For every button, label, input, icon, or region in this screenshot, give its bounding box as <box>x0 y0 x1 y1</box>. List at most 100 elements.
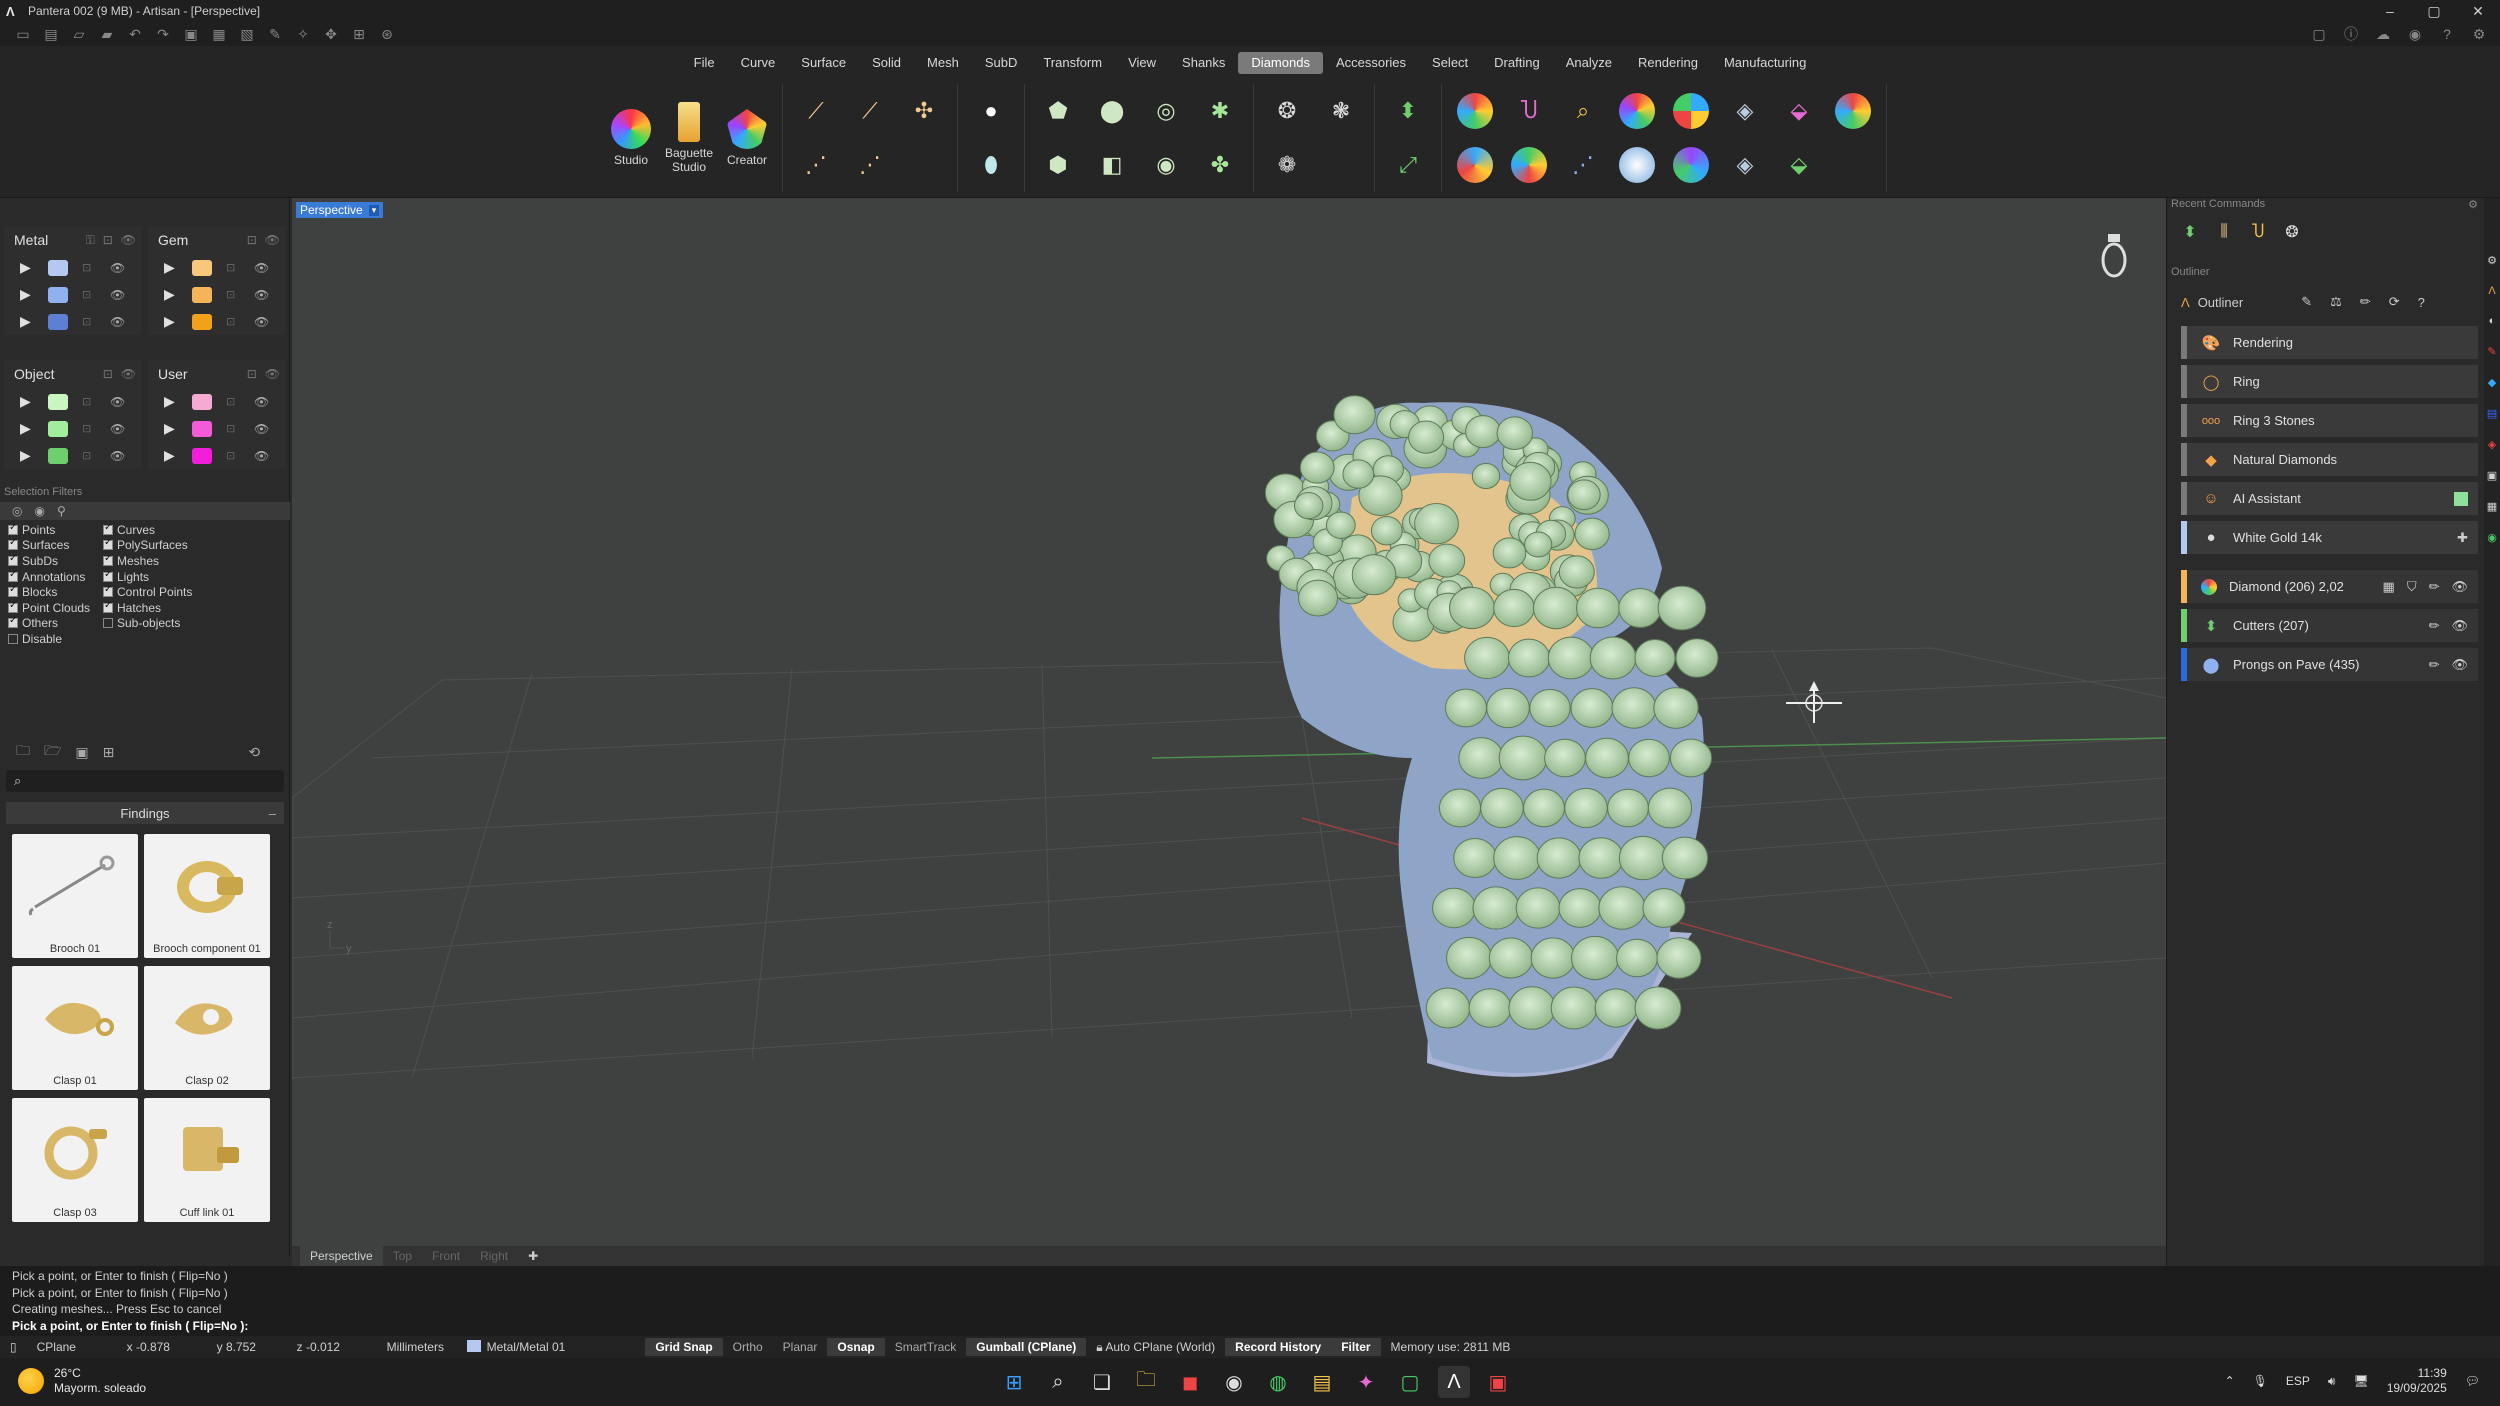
setting-command-icon[interactable]: Ⴎ <box>2245 219 2271 245</box>
account-icon[interactable]: ◉ <box>2404 24 2426 44</box>
app-green-icon[interactable]: ▢ <box>1394 1366 1426 1398</box>
language-indicator[interactable]: ESP <box>2286 1374 2310 1388</box>
metal-layer-row[interactable]: ▶ ⊡ 👁 <box>4 254 142 281</box>
eye-icon[interactable]: 👁 <box>265 367 280 381</box>
close-button[interactable]: ✕ <box>2456 0 2500 22</box>
minimize-button[interactable]: – <box>2368 0 2412 22</box>
search-icon[interactable]: ⌕ <box>1042 1366 1074 1398</box>
add-folder-icon[interactable]: 🗁 <box>44 740 61 764</box>
gem-color-button[interactable] <box>1826 84 1880 138</box>
checkbox[interactable] <box>103 537 113 551</box>
panel-toggle-icon[interactable]: ▯ <box>0 1338 27 1356</box>
lock-icon[interactable]: ⊡ <box>82 395 96 408</box>
lock-icon[interactable]: ⊡ <box>226 449 240 462</box>
eye-icon[interactable]: 👁 <box>110 261 125 275</box>
edit-icon[interactable]: ✏ <box>2429 657 2440 673</box>
checkbox[interactable] <box>8 553 18 566</box>
gem-analysis-button[interactable] <box>1448 84 1502 138</box>
prong-setting-alt-button[interactable]: ✤ <box>1193 138 1247 192</box>
export-icon[interactable]: ▧ <box>236 24 258 44</box>
layer-color-swatch[interactable] <box>48 393 68 410</box>
help-icon[interactable]: ? <box>2436 24 2458 44</box>
edit-icon[interactable]: ✏ <box>2429 579 2440 595</box>
library-item[interactable]: Cuff link 01 <box>144 1098 270 1222</box>
outliner-layer[interactable]: ⬤ Prongs on Pave (435) ✏ 👁 <box>2181 648 2478 681</box>
play-icon[interactable]: ▶ <box>164 286 178 303</box>
filter-toggle[interactable]: Filter <box>1331 1338 1381 1356</box>
object-layer-row[interactable]: ▶ ⊡ 👁 <box>4 415 142 442</box>
outliner-item[interactable]: ◯ Ring <box>2181 365 2478 398</box>
filter-polysurfaces[interactable]: PolySurfaces <box>103 537 223 554</box>
grid-tab-icon[interactable]: ▦ <box>2487 500 2497 513</box>
ortho-toggle[interactable]: Ortho <box>723 1338 773 1356</box>
transform-icon[interactable]: ✥ <box>320 24 342 44</box>
checkbox[interactable] <box>8 584 18 598</box>
eye-icon[interactable]: 👁 <box>2451 579 2468 595</box>
library-search-input[interactable]: ⌕ <box>6 770 284 792</box>
layer-color-swatch[interactable] <box>48 447 68 464</box>
open-recent-icon[interactable]: ▰ <box>96 24 118 44</box>
library-item[interactable]: Brooch 01 <box>12 834 138 958</box>
head-setting-button[interactable]: ⬟ <box>1031 84 1085 138</box>
gem-cluster-button[interactable]: ✣ <box>897 84 951 138</box>
table-icon[interactable]: ▦ <box>2383 579 2395 595</box>
play-icon[interactable]: ▶ <box>20 286 34 303</box>
weather-widget[interactable]: 26°C Mayorm. soleado <box>18 1366 146 1396</box>
menu-drafting[interactable]: Drafting <box>1481 52 1553 74</box>
play-icon[interactable]: ▶ <box>20 420 34 437</box>
lock-icon[interactable]: ⊡ <box>82 315 96 328</box>
new-template-icon[interactable]: ▤ <box>40 24 62 44</box>
menu-curve[interactable]: Curve <box>728 52 789 74</box>
gem-search-button[interactable]: ⌕ <box>1556 84 1610 138</box>
volume-icon[interactable]: 🔊︎ <box>2328 1374 2336 1389</box>
seat-setting-button[interactable]: ◉ <box>1139 138 1193 192</box>
gems-between-points-button[interactable]: ⋰ <box>789 138 843 192</box>
network-icon[interactable]: 🖥︎ <box>2353 1374 2368 1388</box>
edit-icon[interactable]: ✏ <box>2360 294 2371 310</box>
lock-icon[interactable]: ⊡ <box>226 288 240 301</box>
cutter-command-icon[interactable]: ⬍ <box>2177 219 2203 245</box>
viewport-canvas[interactable]: z y <box>292 198 2166 1266</box>
layer-color-swatch[interactable] <box>192 393 212 410</box>
menu-file[interactable]: File <box>681 52 728 74</box>
filter-control-points[interactable]: Control Points <box>103 584 223 600</box>
eye-icon[interactable]: 👁 <box>254 422 269 436</box>
add-viewport-icon[interactable]: ✚ <box>518 1246 548 1266</box>
filter-points[interactable]: Points <box>8 522 103 538</box>
gumball-icon[interactable]: ⊛ <box>376 24 398 44</box>
filter-sub-objects[interactable]: Sub-objects <box>103 616 223 632</box>
object-layer-row[interactable]: ▶ ⊡ 👁 <box>4 442 142 469</box>
info-icon[interactable]: ⓘ <box>2340 24 2362 44</box>
lock-icon[interactable]: ⚿ <box>86 233 95 248</box>
menu-manufacturing[interactable]: Manufacturing <box>1711 52 1819 74</box>
tab-top[interactable]: Top <box>383 1246 422 1266</box>
gem-pie-button[interactable] <box>1664 84 1718 138</box>
checkbox[interactable] <box>8 569 18 582</box>
tab-front[interactable]: Front <box>422 1246 470 1266</box>
refresh-icon[interactable]: ⟲ <box>248 744 260 761</box>
play-icon[interactable]: ▶ <box>164 447 178 464</box>
outliner-item[interactable]: 🎨 Rendering <box>2181 326 2478 359</box>
color-tab-icon[interactable]: ◉ <box>2487 531 2497 544</box>
lock-icon[interactable]: ⊡ <box>226 395 240 408</box>
unlock-icon[interactable]: ⊡ <box>103 233 113 248</box>
gem-cluster-analysis-button[interactable] <box>1664 138 1718 192</box>
checkbox[interactable] <box>103 600 113 613</box>
units-label[interactable]: Millimeters <box>377 1338 457 1356</box>
add-icon[interactable]: ✚ <box>2457 530 2468 546</box>
layer-color-swatch[interactable] <box>192 313 212 330</box>
menu-surface[interactable]: Surface <box>788 52 859 74</box>
eye-icon[interactable]: 👁 <box>110 395 125 409</box>
metal-layer-row[interactable]: ▶ ⊡ 👁 <box>4 281 142 308</box>
microphone-icon[interactable]: 🎙︎ <box>2253 1374 2268 1388</box>
app-red-alt-icon[interactable]: ▣ <box>1482 1366 1514 1398</box>
start-icon[interactable]: ⊞ <box>998 1366 1030 1398</box>
open-file-icon[interactable]: ▱ <box>68 24 90 44</box>
sketch-icon[interactable]: ✎ <box>264 24 286 44</box>
chevron-up-icon[interactable]: ⌃ <box>2225 1374 2235 1388</box>
pave-fill-button[interactable]: ❁ <box>1260 138 1314 192</box>
filter-annotations[interactable]: Annotations <box>8 569 103 585</box>
menu-accessories[interactable]: Accessories <box>1323 52 1419 74</box>
checkbox[interactable] <box>103 618 113 629</box>
unlock-icon[interactable]: ⊡ <box>247 367 257 381</box>
